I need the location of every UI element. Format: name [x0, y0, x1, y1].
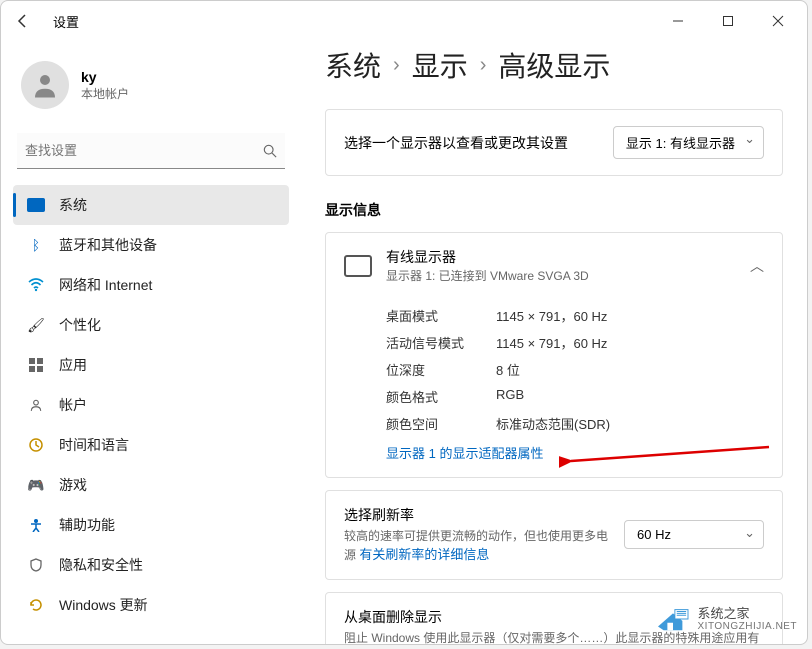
chevron-right-icon: ›: [393, 54, 400, 77]
nav-label: 应用: [59, 355, 87, 375]
display-info-body: 桌面模式 1145 × 791，60 Hz 活动信号模式 1145 × 791，…: [326, 298, 782, 477]
apps-icon: [27, 356, 45, 374]
watermark-url: XITONGZHIJIA.NET: [698, 621, 798, 632]
label: 位深度: [386, 360, 496, 379]
label: 颜色空间: [386, 414, 496, 433]
search-input[interactable]: [25, 139, 263, 162]
chevron-right-icon: ›: [480, 54, 487, 77]
system-icon: [27, 198, 45, 212]
refresh-rate-dropdown[interactable]: 60 Hz: [624, 520, 764, 549]
breadcrumb-display[interactable]: 显示: [412, 45, 468, 85]
close-icon: [772, 15, 784, 27]
nav-system[interactable]: 系统: [13, 185, 289, 225]
clock-icon: [27, 436, 45, 454]
nav-label: 蓝牙和其他设备: [59, 235, 157, 255]
nav-label: 隐私和安全性: [59, 555, 143, 575]
accessibility-icon: [27, 516, 45, 534]
minimize-icon: [672, 15, 684, 27]
arrow-left-icon: [15, 13, 31, 29]
account-icon: [27, 396, 45, 414]
nav-label: 游戏: [59, 475, 87, 495]
update-icon: [27, 596, 45, 614]
breadcrumb-system[interactable]: 系统: [325, 45, 381, 85]
refresh-info-link[interactable]: 有关刷新率的详细信息: [359, 545, 489, 565]
nav-update[interactable]: Windows 更新: [13, 585, 289, 625]
breadcrumb-advanced-display: 高级显示: [498, 45, 610, 85]
value: 标准动态范围(SDR): [496, 414, 610, 433]
user-subtitle: 本地帐户: [81, 85, 129, 102]
dropdown-value: 显示 1: 有线显示器: [626, 136, 735, 151]
value: 1145 × 791，60 Hz: [496, 306, 607, 325]
display-info-subtitle: 显示器 1: 已连接到 VMware SVGA 3D: [386, 267, 736, 284]
watermark-name: 系统之家: [698, 606, 798, 622]
refresh-rate-card: 选择刷新率 较高的速率可提供更流畅的动作，但也使用更多电源 有关刷新率的详细信息…: [325, 490, 783, 580]
adapter-properties-link[interactable]: 显示器 1 的显示适配器属性: [386, 437, 543, 462]
value: 8 位: [496, 360, 520, 379]
nav-label: 系统: [59, 195, 87, 215]
maximize-icon: [722, 15, 734, 27]
nav-label: 帐户: [59, 395, 87, 415]
close-button[interactable]: [757, 7, 799, 35]
back-button[interactable]: [9, 7, 37, 35]
info-row-color-format: 颜色格式 RGB: [386, 383, 764, 410]
sidebar: ky 本地帐户 系统 ᛒ 蓝牙和其他设备 网络和 Internet: [1, 41, 301, 644]
refresh-subtitle: 较高的速率可提供更流畅的动作，但也使用更多电源 有关刷新率的详细信息: [344, 527, 608, 565]
watermark: 系统之家 XITONGZHIJIA.NET: [654, 604, 798, 634]
value: 1145 × 791，60 Hz: [496, 333, 607, 352]
user-block[interactable]: ky 本地帐户: [13, 49, 289, 129]
user-name: ky: [81, 69, 129, 85]
value: RGB: [496, 387, 524, 406]
display-info-header[interactable]: 有线显示器 显示器 1: 已连接到 VMware SVGA 3D ︿: [326, 233, 782, 298]
nav-personalize[interactable]: 🖌 个性化: [13, 305, 289, 345]
label: 颜色格式: [386, 387, 496, 406]
nav-label: 个性化: [59, 315, 101, 335]
label: 活动信号模式: [386, 333, 496, 352]
person-icon: [30, 70, 60, 100]
display-info-card: 有线显示器 显示器 1: 已连接到 VMware SVGA 3D ︿ 桌面模式 …: [325, 232, 783, 478]
section-display-info: 显示信息: [325, 200, 783, 220]
monitor-icon: [344, 255, 372, 277]
maximize-button[interactable]: [707, 7, 749, 35]
chevron-up-icon: ︿: [750, 256, 764, 276]
minimize-button[interactable]: [657, 7, 699, 35]
info-row-active-signal: 活动信号模式 1145 × 791，60 Hz: [386, 329, 764, 356]
nav-network[interactable]: 网络和 Internet: [13, 265, 289, 305]
nav-label: 辅助功能: [59, 515, 115, 535]
nav-apps[interactable]: 应用: [13, 345, 289, 385]
brush-icon: 🖌: [27, 316, 45, 334]
shield-icon: [27, 556, 45, 574]
watermark-icon: [654, 604, 692, 634]
app-title: 设置: [53, 12, 79, 31]
content-area: 系统 › 显示 › 高级显示 选择一个显示器以查看或更改其设置 显示 1: 有线…: [301, 41, 807, 644]
nav-label: 时间和语言: [59, 435, 129, 455]
display-dropdown[interactable]: 显示 1: 有线显示器: [613, 126, 764, 159]
label: 桌面模式: [386, 306, 496, 325]
bluetooth-icon: ᛒ: [27, 236, 45, 254]
gaming-icon: 🎮: [27, 476, 45, 494]
wifi-icon: [27, 276, 45, 294]
dropdown-value: 60 Hz: [637, 527, 671, 542]
nav-accounts[interactable]: 帐户: [13, 385, 289, 425]
info-row-bit-depth: 位深度 8 位: [386, 356, 764, 383]
display-selector-card: 选择一个显示器以查看或更改其设置 显示 1: 有线显示器: [325, 109, 783, 176]
nav-label: Windows 更新: [59, 595, 148, 615]
nav-accessibility[interactable]: 辅助功能: [13, 505, 289, 545]
nav-bluetooth[interactable]: ᛒ 蓝牙和其他设备: [13, 225, 289, 265]
search-box[interactable]: [17, 133, 285, 169]
display-info-title: 有线显示器: [386, 247, 736, 267]
refresh-title: 选择刷新率: [344, 505, 608, 525]
nav-label: 网络和 Internet: [59, 275, 152, 295]
titlebar: 设置: [1, 1, 807, 41]
avatar: [21, 61, 69, 109]
selector-label: 选择一个显示器以查看或更改其设置: [344, 133, 568, 153]
nav-privacy[interactable]: 隐私和安全性: [13, 545, 289, 585]
nav-gaming[interactable]: 🎮 游戏: [13, 465, 289, 505]
info-row-desktop-mode: 桌面模式 1145 × 791，60 Hz: [386, 302, 764, 329]
nav-time[interactable]: 时间和语言: [13, 425, 289, 465]
breadcrumb: 系统 › 显示 › 高级显示: [325, 45, 783, 85]
info-row-color-space: 颜色空间 标准动态范围(SDR): [386, 410, 764, 437]
search-icon: [263, 144, 277, 158]
